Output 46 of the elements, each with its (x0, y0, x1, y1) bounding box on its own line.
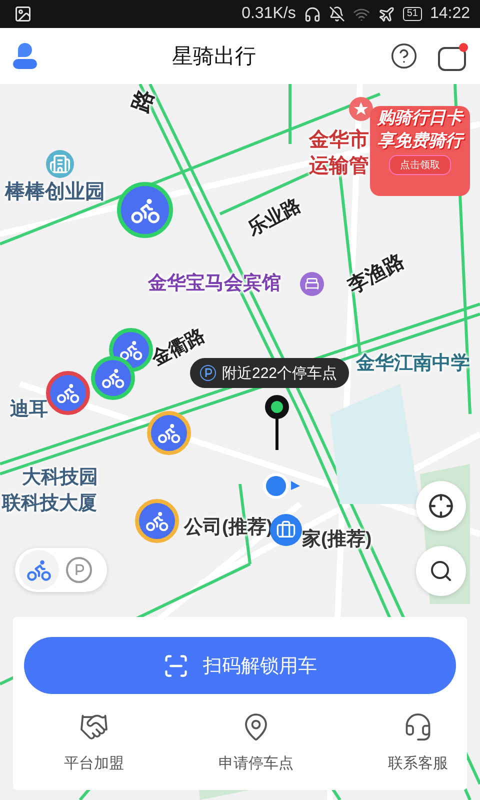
app-title: 星骑出行 (171, 44, 257, 70)
hotel-icon (300, 272, 324, 296)
place-label: 金华市 (309, 128, 369, 153)
headset-icon (403, 712, 433, 742)
pin-icon (263, 394, 291, 452)
bike-layer-button[interactable] (19, 550, 59, 590)
place-label: 联科技大厦 (2, 492, 97, 516)
building-icon (46, 150, 74, 178)
join-platform-button[interactable]: 平台加盟 (64, 712, 124, 773)
message-icon[interactable] (438, 43, 468, 69)
scan-unlock-button[interactable]: 扫码解锁用车 (24, 637, 456, 694)
user-icon[interactable] (12, 43, 38, 69)
mute-icon (328, 6, 345, 22)
crosshair-icon (428, 493, 454, 519)
promo-cta[interactable]: 点击领取 (389, 155, 451, 175)
clock: 14:22 (430, 5, 470, 23)
bike-marker[interactable] (147, 411, 191, 455)
help-icon[interactable] (390, 42, 418, 70)
road-label: 李渔路 (344, 249, 409, 300)
network-speed: 0.31K/s (242, 5, 296, 23)
headphones-icon (304, 6, 321, 22)
airplane-icon (378, 6, 395, 22)
promo-subtitle: 享免费骑行 (378, 130, 462, 152)
scan-icon (163, 652, 189, 678)
promo-banner[interactable]: 购骑行日卡 享免费骑行 点击领取 (370, 106, 470, 196)
bike-marker[interactable] (91, 356, 135, 400)
battery-level: 51 (402, 7, 422, 21)
place-label: 棒棒创业园 (5, 180, 105, 205)
handshake-icon (79, 712, 109, 742)
location-dot-icon (262, 472, 302, 502)
parking-hint-bubble: 附近222个停车点 (190, 358, 350, 388)
customer-service-button[interactable]: 联系客服 (388, 712, 448, 773)
image-icon (14, 5, 32, 23)
place-label: 大科技园 (22, 466, 98, 490)
bike-marker[interactable] (46, 371, 90, 415)
parking-icon (200, 365, 216, 381)
place-label: 迪耳 (10, 398, 48, 422)
road-label: 乐业路 (244, 194, 306, 242)
bike-marker[interactable] (117, 182, 173, 238)
search-icon (429, 559, 453, 583)
promo-title: 购骑行日卡 (378, 107, 462, 129)
parking-icon (66, 557, 92, 583)
apply-parking-button[interactable]: 申请停车点 (218, 712, 294, 773)
bike-marker[interactable] (135, 499, 179, 543)
briefcase-icon (270, 514, 302, 546)
road-label: 路 (126, 86, 160, 116)
